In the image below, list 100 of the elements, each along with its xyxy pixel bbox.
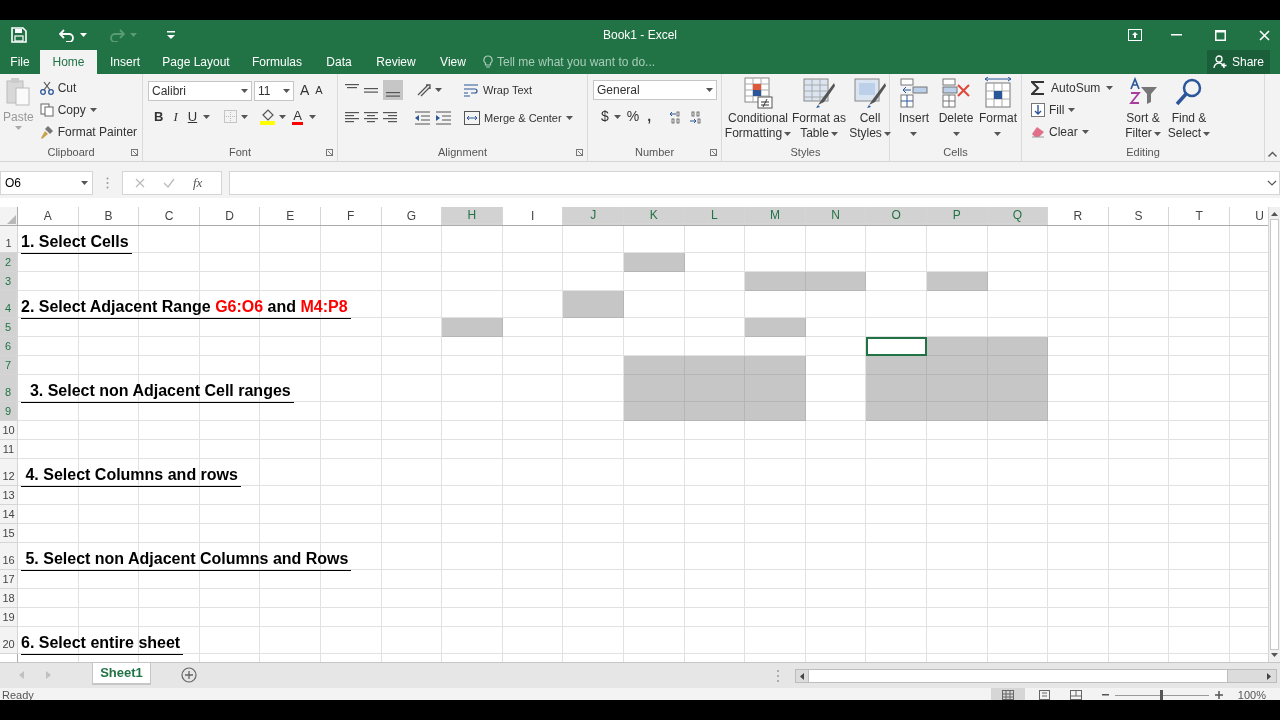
cells-button[interactable]: Format	[977, 77, 1019, 141]
row-header[interactable]: 12	[0, 459, 18, 486]
column-header[interactable]: O	[866, 207, 927, 225]
column-header[interactable]: P	[926, 207, 988, 225]
ribbon-tab[interactable]: Data	[315, 50, 363, 74]
column-header[interactable]: Q	[987, 207, 1049, 225]
previous-sheet-icon[interactable]	[19, 671, 24, 679]
selected-cell[interactable]	[442, 318, 503, 337]
insert-function-button[interactable]: fx	[193, 173, 203, 193]
selected-cell[interactable]	[684, 402, 746, 421]
styles-button[interactable]: Cell Styles	[847, 77, 893, 141]
zoom-in-icon[interactable]	[1214, 691, 1223, 699]
selected-cell[interactable]	[987, 402, 1049, 421]
slider-thumb[interactable]	[1160, 689, 1164, 700]
column-header[interactable]: K	[623, 207, 685, 225]
selected-cell[interactable]	[745, 318, 806, 337]
ribbon-tab[interactable]: Page Layout	[153, 50, 239, 74]
row-header[interactable]: 10	[0, 421, 18, 440]
selected-cell[interactable]	[926, 272, 988, 291]
scroll-right-icon[interactable]	[1267, 672, 1271, 680]
row-header[interactable]: 1	[0, 226, 18, 253]
share-button[interactable]: Share	[1206, 50, 1270, 74]
borders-button[interactable]	[224, 110, 249, 124]
ribbon-tab[interactable]: Insert	[97, 50, 153, 74]
row-header[interactable]: 15	[0, 524, 18, 543]
redo-icon[interactable]	[109, 28, 125, 42]
close-icon[interactable]	[1259, 29, 1270, 41]
row-header[interactable]: 2	[0, 253, 18, 272]
selected-cell[interactable]	[684, 356, 746, 375]
row-header[interactable]: 17	[0, 570, 18, 589]
cells-button[interactable]: Delete	[935, 77, 977, 141]
enter-icon[interactable]	[163, 178, 175, 188]
selected-cell[interactable]	[866, 356, 927, 375]
italic-button[interactable]: I	[171, 107, 180, 127]
cut-button[interactable]: Cut	[37, 77, 140, 99]
shrink-font-button[interactable]: A	[313, 82, 325, 99]
horizontal-scrollbar[interactable]	[795, 669, 1277, 683]
page-layout-icon[interactable]	[1038, 690, 1050, 700]
font-color-button[interactable]: A	[292, 108, 303, 125]
display-options-icon[interactable]	[1128, 29, 1142, 41]
column-header[interactable]: H	[442, 207, 503, 225]
align-left-icon[interactable]	[345, 111, 359, 125]
align-center-icon[interactable]	[364, 111, 378, 125]
cancel-icon[interactable]	[135, 178, 145, 188]
fill-color-button[interactable]	[260, 108, 287, 125]
dialog-launcher-icon[interactable]	[131, 149, 138, 156]
selected-cell[interactable]	[866, 375, 927, 402]
grip-icon[interactable]	[106, 177, 109, 189]
selected-cell[interactable]	[623, 253, 685, 272]
selected-cell[interactable]	[987, 337, 1049, 356]
selected-cell[interactable]	[745, 356, 806, 375]
font-name-field[interactable]: Calibri	[148, 80, 252, 101]
selected-cell[interactable]	[745, 402, 806, 421]
comma-button[interactable]: ,	[645, 106, 654, 127]
maximize-icon[interactable]	[1215, 29, 1226, 41]
vertical-scrollbar[interactable]	[1268, 207, 1280, 662]
font-size-field[interactable]: 11	[254, 80, 294, 101]
normal-view-button[interactable]	[990, 688, 1025, 700]
row-header[interactable]: 7	[0, 356, 18, 375]
find-select-button[interactable]: Find & Select	[1165, 77, 1213, 141]
undo-icon[interactable]	[59, 28, 75, 42]
sheet-tab[interactable]: Sheet1	[92, 663, 151, 685]
scroll-left-icon[interactable]	[800, 672, 804, 680]
clear-button[interactable]: Clear	[1029, 121, 1121, 143]
scroll-up-icon[interactable]	[1271, 212, 1278, 216]
middle-align-icon[interactable]	[364, 87, 378, 93]
row-header[interactable]: 16	[0, 543, 18, 570]
selected-cell[interactable]	[623, 402, 685, 421]
collapse-ribbon-icon[interactable]	[1268, 151, 1277, 157]
selected-cell[interactable]	[987, 375, 1049, 402]
scrollbar-thumb[interactable]	[808, 670, 1228, 682]
selected-cell[interactable]	[623, 356, 685, 375]
selected-cell[interactable]	[623, 375, 685, 402]
copy-button[interactable]: Copy	[37, 99, 140, 121]
scroll-down-icon[interactable]	[1271, 653, 1278, 657]
row-header[interactable]: 9	[0, 402, 18, 421]
wrap-text-button[interactable]: Wrap Text	[461, 79, 535, 101]
column-header[interactable]: L	[684, 207, 746, 225]
selected-cell[interactable]	[926, 356, 988, 375]
increase-indent-icon[interactable]	[435, 111, 451, 125]
dialog-launcher-icon[interactable]	[710, 149, 717, 156]
row-header[interactable]: 3	[0, 272, 18, 291]
active-cell[interactable]	[866, 337, 927, 356]
autosum-button[interactable]: AutoSum	[1029, 77, 1121, 99]
column-header[interactable]: J	[563, 207, 624, 225]
format-painter-button[interactable]: Format Painter	[37, 121, 140, 143]
ribbon-tab[interactable]: Formulas	[239, 50, 315, 74]
selected-cell[interactable]	[926, 337, 988, 356]
styles-button[interactable]: Conditional Formatting	[725, 77, 791, 141]
row-header[interactable]: 19	[0, 608, 18, 627]
row-header[interactable]: 18	[0, 589, 18, 608]
row-header[interactable]: 5	[0, 318, 18, 337]
row-header[interactable]: 6	[0, 337, 18, 356]
dialog-launcher-icon[interactable]	[326, 149, 333, 156]
number-format-field[interactable]: General	[593, 80, 717, 100]
customize-icon[interactable]	[167, 31, 175, 39]
bold-button[interactable]: B	[152, 107, 166, 127]
merge-center-button[interactable]: Merge & Center	[462, 107, 575, 129]
fill-button[interactable]: Fill	[1029, 99, 1121, 121]
expand-icon[interactable]	[1267, 180, 1277, 186]
